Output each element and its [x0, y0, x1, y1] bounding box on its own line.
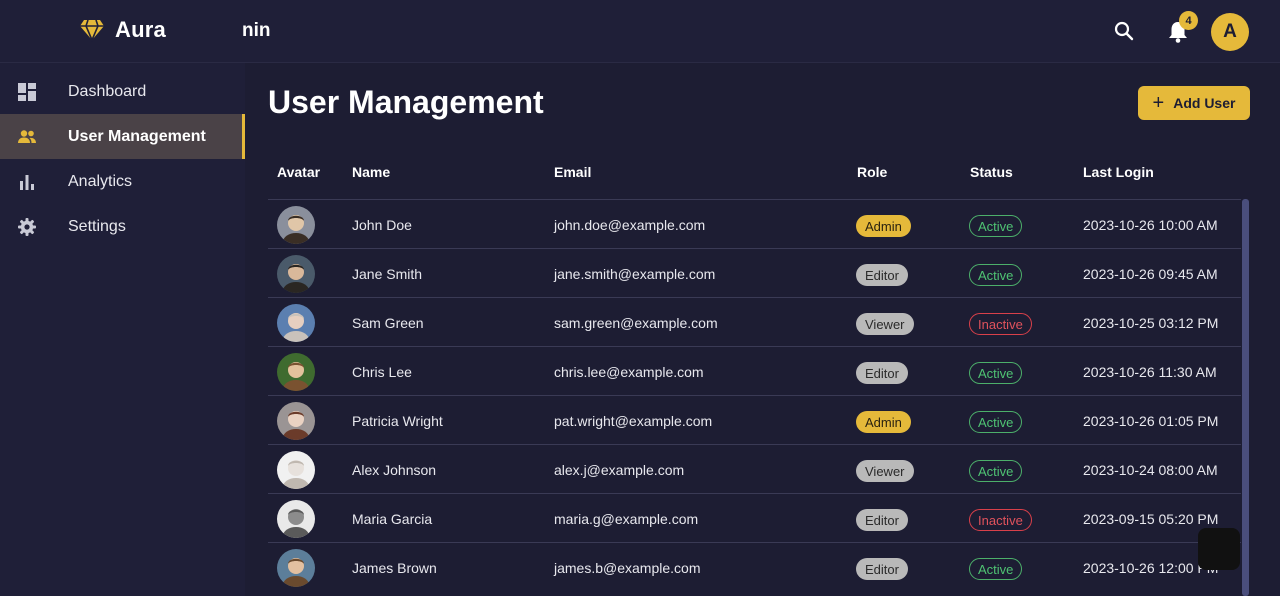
- status-badge: Active: [969, 558, 1023, 580]
- search-icon[interactable]: [1113, 20, 1135, 42]
- column-header-email[interactable]: Email: [554, 164, 591, 180]
- role-badge: Editor: [856, 362, 908, 384]
- user-name: Chris Lee: [352, 364, 412, 380]
- role-badge: Viewer: [856, 313, 914, 335]
- user-email: alex.j@example.com: [554, 462, 685, 478]
- last-login: 2023-10-26 09:45 AM: [1083, 266, 1218, 282]
- sidebar-item-label: Settings: [68, 217, 126, 235]
- status-badge: Active: [969, 460, 1023, 482]
- table-row[interactable]: Jane Smith jane.smith@example.com Editor Ac…: [268, 248, 1241, 297]
- role-badge: Admin: [856, 215, 911, 237]
- last-login: 2023-10-26 10:00 AM: [1083, 217, 1218, 233]
- column-header-name[interactable]: Name: [352, 164, 390, 180]
- column-header-role[interactable]: Role: [857, 164, 887, 180]
- status-badge: Active: [969, 264, 1023, 286]
- sidebar-item-label: Analytics: [68, 172, 133, 190]
- table-row[interactable]: Alex Johnson alex.j@example.com Viewer Acti…: [268, 444, 1241, 493]
- status-badge: Inactive: [969, 313, 1032, 335]
- column-header-status[interactable]: Status: [970, 164, 1013, 180]
- status-badge: Active: [969, 215, 1023, 237]
- role-badge: Editor: [856, 509, 908, 531]
- sidebar-item-label: User Management: [68, 127, 206, 145]
- table-row[interactable]: Maria Garcia maria.g@example.com Editor Ina…: [268, 493, 1241, 542]
- last-login: 2023-09-15 05:20 PM: [1083, 511, 1219, 527]
- last-login: 2023-10-26 01:05 PM: [1083, 413, 1219, 429]
- last-login: 2023-10-26 11:30 AM: [1083, 364, 1217, 380]
- avatar[interactable]: [277, 500, 315, 538]
- role-badge: Editor: [856, 264, 908, 286]
- role-badge: Editor: [856, 558, 908, 580]
- add-user-label: Add User: [1173, 95, 1236, 111]
- plus-icon: +: [1152, 92, 1165, 114]
- add-user-button[interactable]: + Add User: [1138, 86, 1250, 120]
- user-name: Maria Garcia: [352, 511, 433, 527]
- user-avatar[interactable]: A: [1211, 13, 1249, 51]
- user-email: john.doe@example.com: [554, 217, 706, 233]
- users-icon: [18, 129, 36, 143]
- brand[interactable]: Aura: [79, 17, 166, 43]
- watermark-logo: [1198, 528, 1240, 570]
- avatar[interactable]: [277, 255, 315, 293]
- role-badge: Admin: [856, 411, 911, 433]
- avatar[interactable]: [277, 304, 315, 342]
- role-badge: Viewer: [856, 460, 914, 482]
- table-row[interactable]: Chris Lee chris.lee@example.com Editor Acti…: [268, 346, 1241, 395]
- user-email: james.b@example.com: [554, 560, 701, 576]
- user-name: John Doe: [352, 217, 412, 233]
- bar-chart-icon: [20, 174, 34, 190]
- sidebar-item-settings[interactable]: Settings: [0, 204, 245, 249]
- table-row[interactable]: Sam Green sam.green@example.com Viewer Inac…: [268, 297, 1241, 346]
- status-badge: Active: [969, 362, 1023, 384]
- user-email: chris.lee@example.com: [554, 364, 704, 380]
- table-row[interactable]: Patricia Wright pat.wright@example.com Adm…: [268, 395, 1241, 444]
- last-login: 2023-10-25 03:12 PM: [1083, 315, 1219, 331]
- table-row[interactable]: John Doe john.doe@example.com Admin Active 2…: [268, 199, 1241, 248]
- brand-name: Aura: [115, 17, 166, 42]
- user-email: sam.green@example.com: [554, 315, 718, 331]
- sidebar-item-label: Dashboard: [68, 82, 147, 100]
- user-name: Patricia Wright: [352, 413, 443, 429]
- gear-icon: [18, 217, 36, 236]
- avatar[interactable]: [277, 206, 315, 244]
- notification-badge: 4: [1179, 11, 1198, 30]
- sidebar: Dashboard User Management Analytics Sett…: [0, 63, 245, 596]
- top-bar: Aura nin 4 A: [0, 0, 1280, 63]
- user-email: maria.g@example.com: [554, 511, 699, 527]
- user-name: Sam Green: [352, 315, 424, 331]
- dashboard-icon: [18, 82, 36, 101]
- avatar[interactable]: [277, 353, 315, 391]
- sidebar-item-analytics[interactable]: Analytics: [0, 159, 245, 204]
- sidebar-item-dashboard[interactable]: Dashboard: [0, 69, 245, 114]
- user-name: Alex Johnson: [352, 462, 437, 478]
- avatar[interactable]: [277, 549, 315, 587]
- user-name: James Brown: [352, 560, 437, 576]
- column-header-avatar[interactable]: Avatar: [277, 164, 320, 180]
- table-scrollbar[interactable]: [1242, 199, 1249, 596]
- user-name: Jane Smith: [352, 266, 423, 282]
- status-badge: Active: [969, 411, 1023, 433]
- app-subtitle: nin: [242, 20, 271, 41]
- avatar[interactable]: [277, 451, 315, 489]
- diamond-logo-icon: [80, 19, 104, 43]
- status-badge: Inactive: [969, 509, 1032, 531]
- avatar[interactable]: [277, 402, 315, 440]
- user-email: jane.smith@example.com: [554, 266, 716, 282]
- page-title: User Management: [268, 84, 544, 120]
- last-login: 2023-10-24 08:00 AM: [1083, 462, 1218, 478]
- table-row[interactable]: James Brown james.b@example.com Editor Acti…: [268, 542, 1241, 591]
- user-email: pat.wright@example.com: [554, 413, 713, 429]
- column-header-last-login[interactable]: Last Login: [1083, 164, 1154, 180]
- sidebar-item-user-management[interactable]: User Management: [0, 114, 245, 159]
